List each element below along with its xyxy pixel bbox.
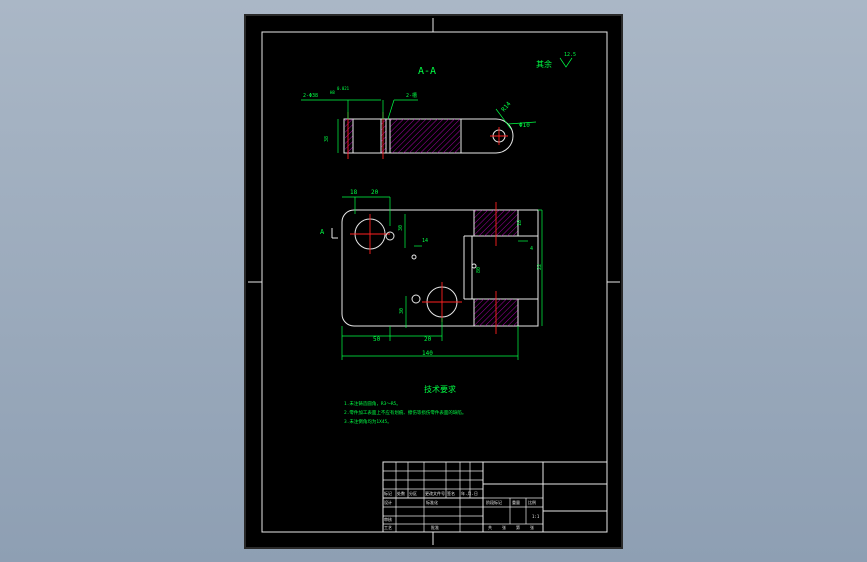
section-title: A-A xyxy=(418,66,436,77)
dim-tolerance: 0.021 xyxy=(337,86,350,91)
dim-phi10: Φ10 xyxy=(519,122,530,129)
dim-18: 18 xyxy=(350,189,358,196)
dim-140: 140 xyxy=(422,350,433,357)
tb-process: 工艺 xyxy=(384,525,392,530)
dim-fit: H8 xyxy=(330,90,335,95)
dim-two-holes: 2-Φ38 xyxy=(303,93,318,99)
drawing-sheet: A-A 其余 12.5 2-Φ38 H8 0.021 2-槽 R14 Φ10 3… xyxy=(244,14,623,549)
note-1: 1.未注铸造圆角，R3～R5。 xyxy=(344,400,401,407)
tb-count: 处数 xyxy=(397,490,405,496)
dim-20a: 20 xyxy=(371,189,379,196)
tb-sign: 签名 xyxy=(447,490,455,496)
notes-title: 技术要求 xyxy=(424,384,456,394)
tb-audit: 审核 xyxy=(384,516,392,522)
plan-view: A 18 20 30 14 4 18 22 80 30 50 20 140 xyxy=(320,189,543,360)
tb-standard: 标准化 xyxy=(426,499,438,505)
dim-20b: 20 xyxy=(424,336,432,343)
tb-no: 第 xyxy=(516,524,520,530)
dim-14: 14 xyxy=(422,238,428,244)
cad-drawing: A-A 其余 12.5 2-Φ38 H8 0.021 2-槽 R14 Φ10 3… xyxy=(248,18,620,545)
tb-mark: 标记 xyxy=(384,490,392,496)
tb-scale: 1:1 xyxy=(532,514,540,519)
title-block: 标记 处数 分区 更改文件号 签名 年.月.日 设计 标准化 审核 工艺 批准 … xyxy=(382,461,608,533)
tb-zone: 分区 xyxy=(409,490,417,496)
dim-50: 50 xyxy=(373,336,381,343)
tb-change-doc: 更改文件号 xyxy=(425,490,445,496)
tb-design: 设计 xyxy=(384,499,392,505)
dim-two-slots: 2-槽 xyxy=(406,92,417,99)
note-3: 3.未注倒角均为1X45。 xyxy=(344,418,392,425)
inner-frame xyxy=(261,31,608,533)
tb-ratio: 比例 xyxy=(528,499,536,505)
note-2: 2.零件加工表面上不应有划痕、擦伤等损伤零件表面的缺陷。 xyxy=(344,409,466,416)
roughness-symbol xyxy=(559,57,573,68)
tb-stage: 阶段标记 xyxy=(486,499,502,505)
dim-18b: 18 xyxy=(517,220,523,226)
tb-approve: 批准 xyxy=(431,524,439,530)
tb-sheets-a: 张 xyxy=(502,524,506,530)
tb-weight: 重量 xyxy=(512,499,520,505)
dim-30: 30 xyxy=(398,225,404,231)
dim-thick: 38 xyxy=(324,136,330,142)
tb-sheets-b: 张 xyxy=(530,524,534,530)
dim-4: 4 xyxy=(530,246,533,252)
dim-22: 22 xyxy=(537,264,543,270)
tb-total: 共 xyxy=(488,524,492,530)
roughness-value: 12.5 xyxy=(564,52,576,58)
dim-80: 80 xyxy=(476,267,482,273)
section-marker: A xyxy=(320,228,325,236)
tb-date: 年.月.日 xyxy=(461,490,478,496)
roughness-label: 其余 xyxy=(536,59,552,69)
dim-r14: R14 xyxy=(500,100,513,113)
dim-30b: 30 xyxy=(399,308,405,314)
section-view: 2-Φ38 H8 0.021 2-槽 R14 Φ10 38 xyxy=(301,86,537,159)
